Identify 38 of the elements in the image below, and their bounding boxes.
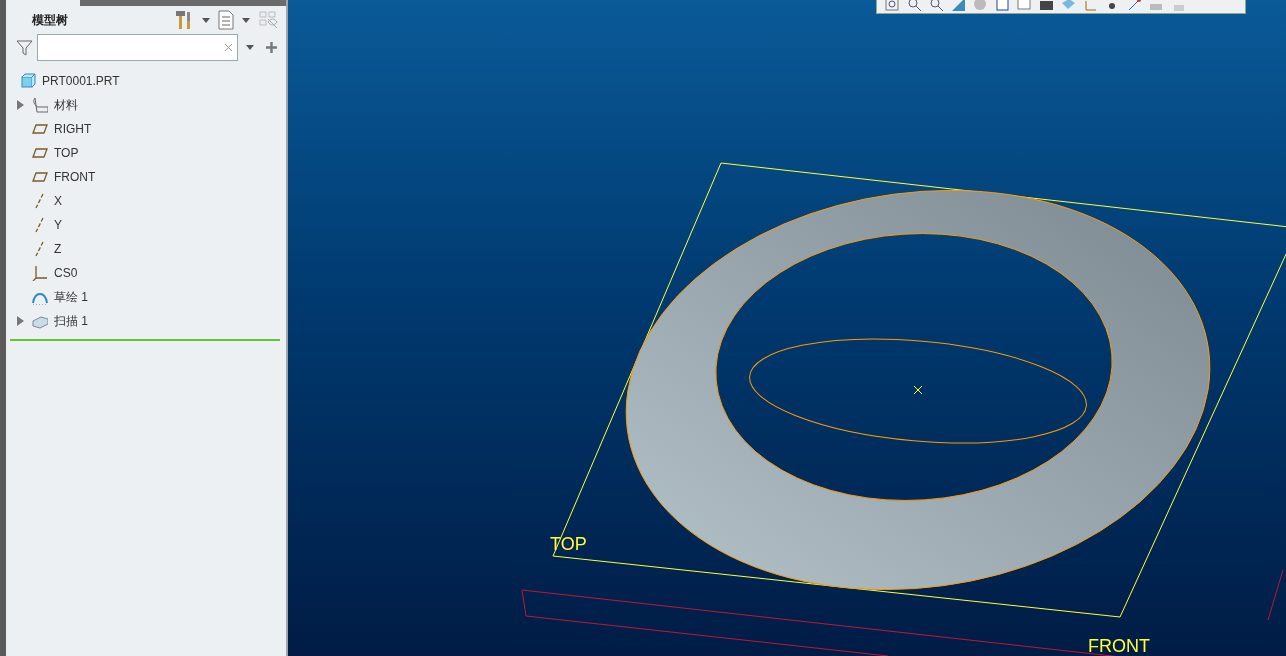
tree-item[interactable]: Y (14, 213, 278, 237)
expand-arrow-icon[interactable] (16, 100, 24, 110)
caret-icon[interactable] (202, 17, 210, 23)
tree-item[interactable]: 草绘 1 (14, 285, 278, 309)
tree-item[interactable]: FRONT (14, 165, 278, 189)
tree-item[interactable]: 材料 (14, 93, 278, 117)
sweep-icon (32, 313, 48, 329)
repaint-icon[interactable] (951, 0, 966, 12)
caret-icon[interactable] (246, 45, 254, 50)
list-icon[interactable] (218, 10, 234, 30)
cube-icon[interactable] (995, 0, 1010, 12)
plane-label: FRONT (1088, 636, 1150, 656)
filter-icon[interactable] (16, 39, 33, 56)
search-field[interactable] (37, 34, 238, 61)
clear-icon[interactable] (224, 43, 233, 52)
plus-icon[interactable] (266, 42, 277, 53)
tree-item[interactable]: PRT0001.PRT (14, 69, 278, 93)
expand-arrow-icon[interactable] (16, 316, 24, 326)
tree-item[interactable]: CS0 (14, 261, 278, 285)
coordinate-system-icon (32, 265, 48, 281)
zoom-out-icon[interactable] (929, 0, 944, 12)
plane-icon (32, 169, 48, 185)
tree-item[interactable]: 扫描 1 (14, 309, 278, 333)
zoom-fit-icon[interactable] (885, 0, 900, 12)
caret-icon[interactable] (242, 17, 250, 23)
tree-item[interactable]: TOP (14, 141, 278, 165)
plane-icon (32, 121, 48, 137)
tree-item[interactable]: Z (14, 237, 278, 261)
part-icon (20, 73, 36, 89)
panel-title: 模型树 (32, 12, 68, 29)
camera-icon[interactable] (1039, 0, 1054, 12)
hidden-tree-icon[interactable] (258, 10, 278, 30)
plane-icon (32, 145, 48, 161)
center-mark-icon (913, 385, 923, 395)
zoom-in-icon[interactable] (907, 0, 922, 12)
tree-item[interactable]: RIGHT (14, 117, 278, 141)
tag-icon (32, 97, 48, 113)
tree-item[interactable]: X (14, 189, 278, 213)
